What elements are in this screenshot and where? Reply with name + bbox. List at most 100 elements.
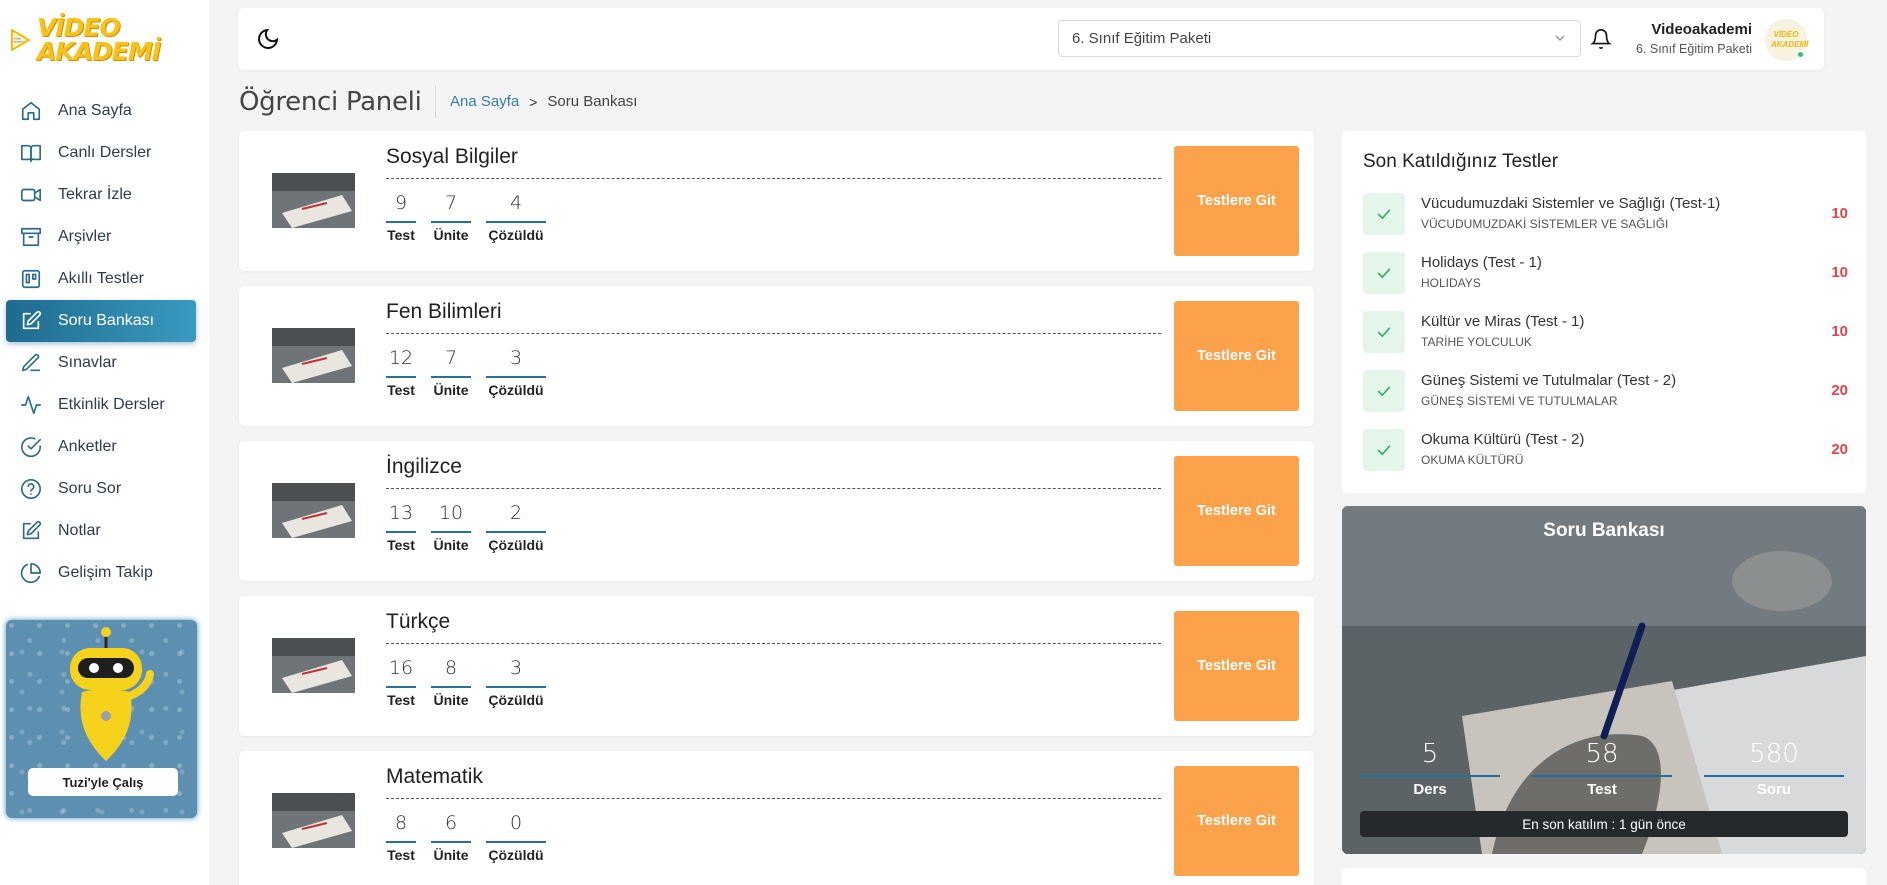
edit-note-icon [20, 520, 42, 542]
sidebar-item-notlar[interactable]: Notlar [6, 510, 196, 552]
sidebar-item-akilli-testler[interactable]: Akıllı Testler [6, 258, 196, 300]
stat-label: Ünite [433, 537, 469, 553]
recent-test-item[interactable]: Güneş Sistemi ve Tutulmalar (Test - 2) G… [1363, 370, 1848, 429]
subject-thumbnail [272, 483, 355, 538]
breadcrumb-home-link[interactable]: Ana Sayfa [450, 93, 519, 110]
tuzi-robot-mascot [70, 627, 154, 761]
go-to-tests-button[interactable]: Testlere Git [1174, 766, 1299, 876]
stat-value: 4 [509, 192, 523, 214]
stat-label: Çözüldü [488, 382, 544, 398]
go-to-tests-button[interactable]: Testlere Git [1174, 146, 1299, 256]
chevron-down-icon [1552, 30, 1568, 46]
avatar[interactable]: VİDEO AKADEMİ [1765, 19, 1808, 61]
question-count-stat: 580 Soru [1704, 739, 1844, 798]
stat-value: 7 [444, 192, 458, 214]
pie-chart-icon [20, 562, 42, 584]
unit-count-stat: 7 Ünite [431, 189, 471, 243]
recent-test-item[interactable]: Kültür ve Miras (Test - 1) TARİHE YOLCUL… [1363, 311, 1848, 370]
stat-value: 13 [388, 502, 414, 524]
recent-test-score: 10 [1831, 323, 1848, 340]
stat-label: Test [1587, 781, 1617, 798]
sidebar-item-label: Tekrar İzle [58, 186, 132, 203]
go-to-tests-button[interactable]: Testlere Git [1174, 611, 1299, 721]
help-circle-icon [20, 478, 42, 500]
test-count-stat: 13 Test [386, 499, 416, 553]
question-bank-title: Soru Bankası [1543, 520, 1665, 541]
recent-tests-title: Son Katıldığınız Testler [1363, 151, 1559, 172]
stat-label: Test [387, 382, 415, 398]
stat-value: 5 [1421, 739, 1439, 769]
stat-label: Ünite [433, 692, 469, 708]
subject-name: İngilizce [386, 455, 462, 478]
page-title: Öğrenci Paneli [239, 87, 422, 117]
subject-thumbnail [272, 793, 355, 848]
recent-test-score: 20 [1831, 382, 1848, 399]
sidebar-item-gelisim-takip[interactable]: Gelişim Takip [6, 552, 196, 594]
writing-hand-photo [1342, 506, 1866, 854]
check-icon [1363, 370, 1405, 412]
tuzi-study-button[interactable]: Tuzi'yle Çalış [28, 768, 178, 796]
unit-count-stat: 7 Ünite [431, 344, 471, 398]
stat-value: 12 [388, 347, 414, 369]
package-select[interactable]: 6. Sınıf Eğitim Paketi [1058, 20, 1581, 57]
question-bank-banner: Soru Bankası 5 Ders 58 Test 580 Soru En … [1342, 506, 1866, 854]
stat-value: 8 [394, 812, 408, 834]
stat-value: 8 [444, 657, 458, 679]
subject-name: Matematik [386, 765, 483, 788]
logo-text: VİDEO AKADEMİ [36, 13, 161, 66]
stat-value: 3 [509, 657, 523, 679]
archive-icon [20, 226, 42, 248]
recent-test-topic: OKUMA KÜLTÜRÜ [1421, 453, 1524, 467]
stat-value: 58 [1585, 739, 1619, 769]
go-to-tests-button[interactable]: Testlere Git [1174, 301, 1299, 411]
test-count-stat: 16 Test [386, 654, 416, 708]
user-name[interactable]: Videoakademi [1651, 21, 1752, 38]
subject-card: Türkçe 16 Test 8 Ünite 3 Çözüldü Testlere G… [239, 596, 1314, 736]
subject-thumbnail [272, 328, 355, 383]
subject-thumbnail [272, 173, 355, 228]
logo[interactable]: video akademi VİDEO AKADEMİ [10, 12, 161, 68]
recent-test-name: Vücudumuzdaki Sistemler ve Sağlığı (Test… [1421, 195, 1721, 212]
bell-icon[interactable] [1590, 27, 1612, 51]
test-count-stat: 8 Test [386, 809, 416, 863]
sidebar-item-ana-sayfa[interactable]: Ana Sayfa [6, 90, 196, 132]
moon-icon[interactable] [256, 27, 280, 51]
go-to-tests-button[interactable]: Testlere Git [1174, 456, 1299, 566]
dashed-divider [386, 643, 1161, 644]
sidebar-item-anketler[interactable]: Anketler [6, 426, 196, 468]
sidebar-item-canli-dersler[interactable]: Canlı Dersler [6, 132, 196, 174]
recent-test-item[interactable]: Vücudumuzdaki Sistemler ve Sağlığı (Test… [1363, 193, 1848, 252]
stat-value: 10 [438, 502, 464, 524]
solved-count-stat: 2 Çözüldü [486, 499, 546, 553]
recent-test-score: 20 [1831, 441, 1848, 458]
svg-text:akademi: akademi [13, 40, 23, 43]
stat-value: 7 [444, 347, 458, 369]
tuzi-card[interactable]: Tuzi'yle Çalış [6, 620, 197, 818]
edit-icon [20, 310, 42, 332]
recent-test-item[interactable]: Okuma Kültürü (Test - 2) OKUMA KÜLTÜRÜ 2… [1363, 429, 1848, 488]
sidebar-item-tekrar-izle[interactable]: Tekrar İzle [6, 174, 196, 216]
user-package: 6. Sınıf Eğitim Paketi [1635, 42, 1752, 56]
sidebar-item-soru-bankasi[interactable]: Soru Bankası [6, 300, 196, 342]
sidebar-item-arsivler[interactable]: Arşivler [6, 216, 196, 258]
sidebar-item-label: Soru Sor [58, 480, 122, 497]
sidebar-item-label: Sınavlar [58, 354, 117, 371]
sidebar-item-label: Soru Bankası [58, 312, 155, 329]
recent-test-topic: VÜCUDUMUZDAKİ SİSTEMLER VE SAĞLIĞI [1421, 217, 1669, 231]
check-icon [1363, 311, 1405, 353]
recent-test-item[interactable]: Holidays (Test - 1) HOLIDAYS 10 [1363, 252, 1848, 311]
recent-tests-panel: Son Katıldığınız Testler Vücudumuzdaki S… [1342, 131, 1866, 493]
stat-value: 580 [1749, 739, 1799, 769]
stat-label: Ünite [433, 227, 469, 243]
test-count-stat: 12 Test [386, 344, 416, 398]
sidebar-item-etkinlik-dersler[interactable]: Etkinlik Dersler [6, 384, 196, 426]
sidebar-item-label: Canlı Dersler [58, 144, 152, 161]
stat-value: 9 [394, 192, 408, 214]
book-open-icon [20, 142, 42, 164]
stat-label: Soru [1756, 781, 1792, 798]
sidebar-item-sinavlar[interactable]: Sınavlar [6, 342, 196, 384]
next-card-peek [1342, 868, 1866, 885]
recent-test-score: 10 [1831, 264, 1848, 281]
sidebar-item-label: Akıllı Testler [58, 270, 144, 287]
sidebar-item-soru-sor[interactable]: Soru Sor [6, 468, 196, 510]
